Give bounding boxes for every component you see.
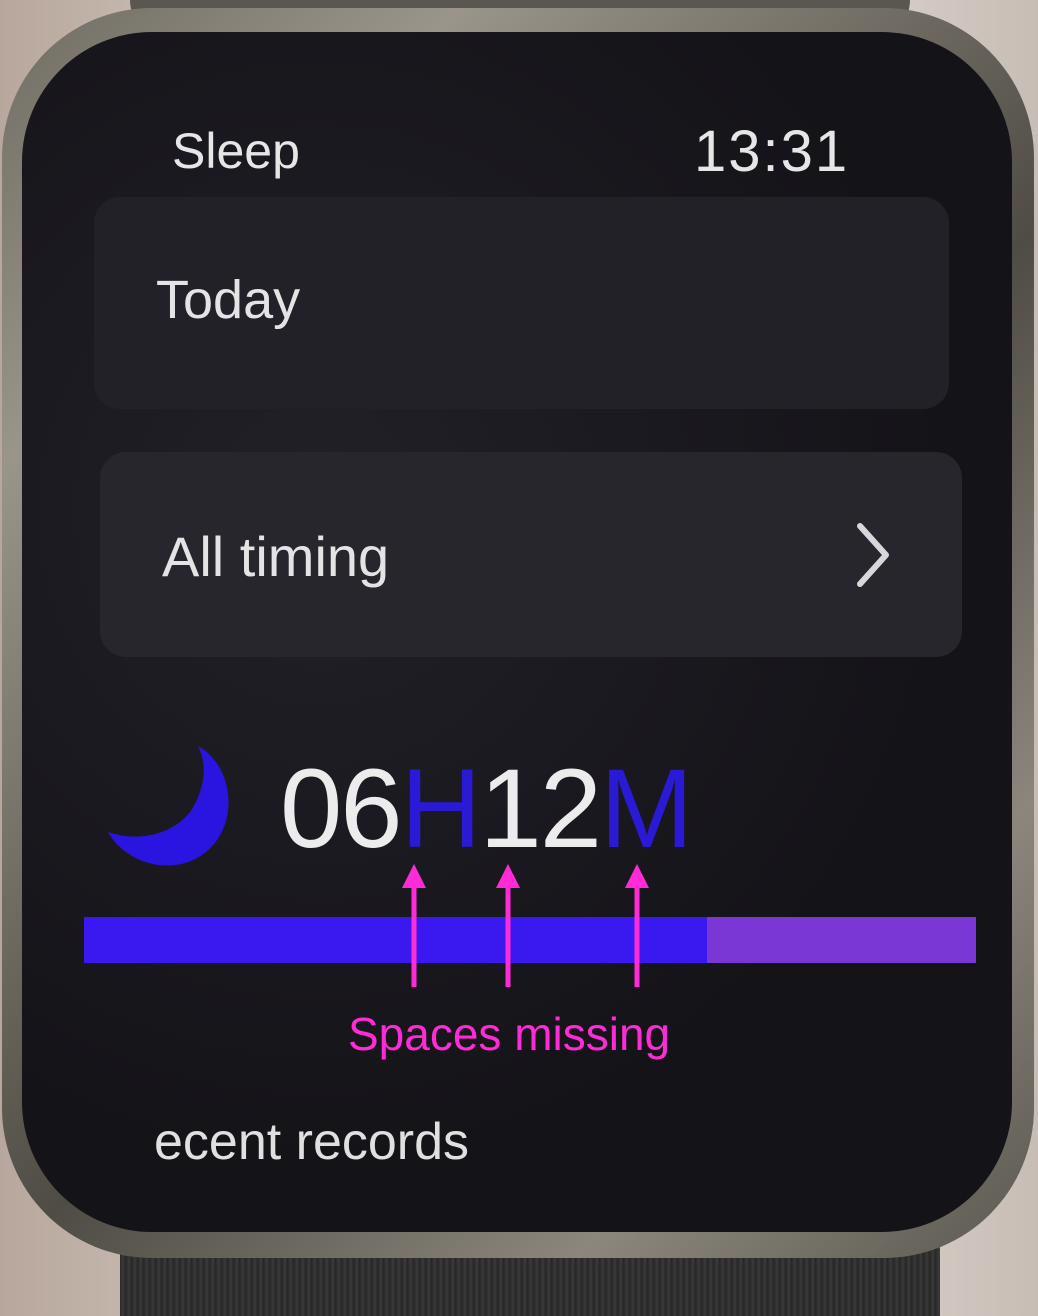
all-timing-card[interactable]: All timing [100, 452, 962, 657]
app-title: Sleep [172, 123, 300, 179]
sleep-bar-deep-segment [84, 917, 707, 963]
today-label: Today [156, 270, 301, 330]
duration-hours-unit: H [400, 746, 482, 871]
sleep-duration: 06H12M [280, 744, 693, 874]
all-timing-label: All timing [162, 525, 390, 588]
sleep-bar-light-segment [706, 917, 976, 963]
duration-hours: 06 [280, 746, 403, 871]
recent-records-label[interactable]: ecent records [154, 1112, 469, 1172]
duration-minutes: 12 [479, 746, 602, 871]
moon-icon [108, 746, 229, 866]
annotation-label: Spaces missing [348, 1008, 671, 1060]
watch-screen: Sleep 13:31 Today All timing 06H12M Spac… [22, 32, 1012, 1232]
today-card[interactable]: Today [94, 197, 949, 409]
chevron-right-icon [857, 523, 889, 587]
sleep-stage-bar [84, 917, 976, 963]
clock-time: 13:31 [694, 119, 850, 184]
duration-minutes-unit: M [600, 746, 693, 871]
